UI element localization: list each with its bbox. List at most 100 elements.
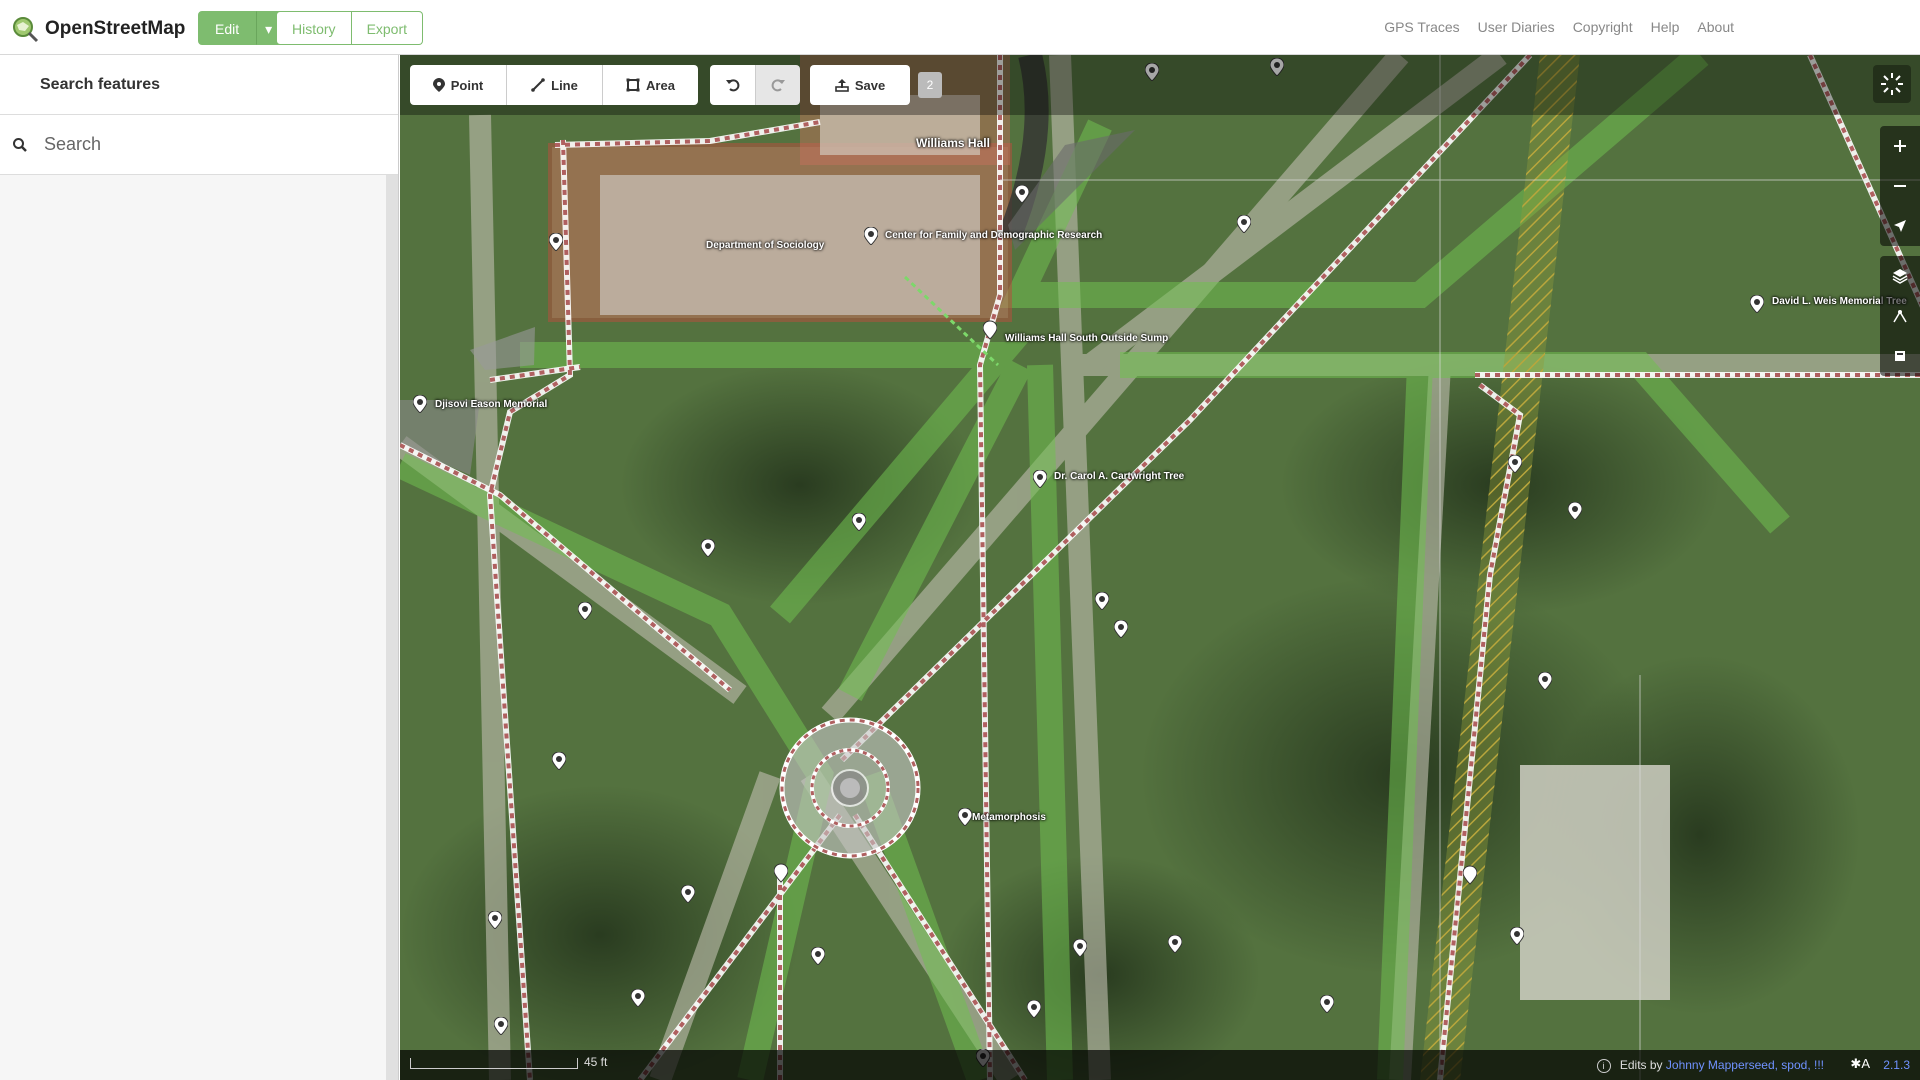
tree-pin-icon[interactable] <box>1168 935 1182 953</box>
zoom-in-button[interactable] <box>1880 126 1920 166</box>
map-label-center-family[interactable]: Center for Family and Demographic Resear… <box>885 230 1102 241</box>
add-point-label: Point <box>450 77 484 93</box>
add-line-label: Line <box>551 77 578 93</box>
attribution-prefix: Edits by <box>1619 1058 1663 1072</box>
scale-label: 45 ft <box>584 1055 608 1069</box>
tree-pin-icon[interactable] <box>1073 939 1087 957</box>
poi-pin-icon[interactable] <box>1463 865 1477 885</box>
tree-pin-icon[interactable] <box>494 1017 508 1035</box>
save-label: Save <box>854 77 886 93</box>
top-bar: OpenStreetMap Edit ▾ History Export GPS … <box>0 0 1920 55</box>
geolocate-button[interactable] <box>1880 206 1920 246</box>
loading-spinner-icon <box>1881 73 1903 95</box>
tree-pin-icon[interactable] <box>631 989 645 1007</box>
plus-icon <box>1894 140 1906 152</box>
tree-pin-icon[interactable] <box>1538 672 1552 690</box>
map-label-sump[interactable]: Williams Hall South Outside Sump <box>1005 333 1168 344</box>
history-export-group: History Export <box>276 11 424 45</box>
poi-pin-icon[interactable] <box>774 863 788 883</box>
nav-about[interactable]: About <box>1697 19 1734 35</box>
map-canvas[interactable]: Williams Hall Department of Sociology Ce… <box>400 55 1920 1080</box>
map-data-icon <box>1893 310 1907 323</box>
save-count-badge: 2 <box>918 72 942 98</box>
line-icon <box>531 78 545 92</box>
tree-pin-icon[interactable] <box>852 513 866 531</box>
tree-pin-icon[interactable] <box>811 947 825 965</box>
tree-pin-icon[interactable] <box>1508 455 1522 473</box>
upload-icon <box>835 79 849 92</box>
sidebar-title: Search features <box>0 55 398 115</box>
bug-icon[interactable]: ✱A <box>1850 1056 1870 1072</box>
map-label-cartwright-tree[interactable]: Dr. Carol A. Cartwright Tree <box>1054 471 1184 482</box>
map-label-williams-hall[interactable]: Williams Hall <box>916 136 990 150</box>
edit-button-group: Edit ▾ <box>198 11 282 45</box>
tree-pin-icon[interactable] <box>1237 215 1251 233</box>
artwork-pin-icon[interactable] <box>958 808 972 826</box>
undo-icon <box>725 79 739 92</box>
location-arrow-icon <box>1894 220 1906 232</box>
map-label-dept-sociology[interactable]: Department of Sociology <box>706 240 824 251</box>
issues-icon <box>1895 351 1905 361</box>
area-icon <box>626 78 640 92</box>
poi-pin-icon[interactable] <box>1015 185 1029 203</box>
add-point-button[interactable]: Point <box>410 65 506 105</box>
add-area-button[interactable]: Area <box>602 65 698 105</box>
brand-name: OpenStreetMap <box>45 18 186 39</box>
issues-button[interactable] <box>1880 336 1920 376</box>
add-area-label: Area <box>646 77 675 93</box>
minus-icon <box>1894 185 1906 187</box>
tree-pin-icon[interactable] <box>488 911 502 929</box>
info-icon[interactable]: i <box>1596 1059 1611 1073</box>
add-line-button[interactable]: Line <box>506 65 602 105</box>
tree-pin-icon[interactable] <box>1027 1000 1041 1018</box>
save-button[interactable]: Save <box>810 65 910 105</box>
version-label[interactable]: 2.1.3 <box>1883 1058 1910 1072</box>
scale-bar[interactable]: 45 ft <box>410 1055 607 1069</box>
attribution: i Edits by Johnny Mapperseed, spod, !!! <box>1596 1058 1824 1073</box>
tree-pin-icon[interactable] <box>1114 620 1128 638</box>
edit-button[interactable]: Edit <box>198 11 257 45</box>
osm-logo[interactable]: OpenStreetMap <box>11 15 185 43</box>
sidebar: Search features <box>0 55 399 1080</box>
tree-pin-icon[interactable] <box>1320 995 1334 1013</box>
header-nav: GPS Traces User Diaries Copyright Help A… <box>1384 19 1734 35</box>
map-label-metamorphosis[interactable]: Metamorphosis <box>972 812 1046 823</box>
search-input[interactable] <box>42 133 366 156</box>
tree-pin-icon[interactable] <box>1033 470 1047 488</box>
tree-pin-icon[interactable] <box>578 602 592 620</box>
poi-pin-icon[interactable] <box>864 227 878 245</box>
tree-pin-icon[interactable] <box>681 885 695 903</box>
map-label-djisovi-memorial[interactable]: Djisovi Eason Memorial <box>435 399 547 410</box>
poi-pin-icon[interactable] <box>549 233 563 251</box>
tree-pin-icon[interactable] <box>1568 502 1582 520</box>
history-button[interactable]: History <box>276 11 352 45</box>
point-icon <box>432 78 445 92</box>
map-footer: 45 ft i Edits by Johnny Mapperseed, spod… <box>400 1050 1920 1080</box>
osm-logo-icon <box>13 17 39 43</box>
tree-pin-icon[interactable] <box>1510 927 1524 945</box>
zoom-out-button[interactable] <box>1880 166 1920 206</box>
redo-button[interactable] <box>755 65 800 105</box>
redo-icon <box>771 79 785 92</box>
tree-pin-icon[interactable] <box>1750 295 1764 313</box>
tree-pin-icon[interactable] <box>701 539 715 557</box>
nav-help[interactable]: Help <box>1651 19 1680 35</box>
sidebar-scrollbar[interactable] <box>386 175 398 1080</box>
poi-pin-icon[interactable] <box>983 320 997 340</box>
nav-user-diaries[interactable]: User Diaries <box>1478 19 1555 35</box>
nav-copyright[interactable]: Copyright <box>1573 19 1633 35</box>
attribution-users-link[interactable]: Johnny Mapperseed, spod, !!! <box>1666 1058 1824 1072</box>
poi-pin-icon[interactable] <box>413 395 427 413</box>
nav-gps-traces[interactable]: GPS Traces <box>1384 19 1459 35</box>
layers-icon <box>1892 269 1908 284</box>
scale-bar-line <box>410 1058 578 1069</box>
tree-pin-icon[interactable] <box>552 752 566 770</box>
map-layers-button[interactable] <box>1880 256 1920 296</box>
search-bar <box>0 115 398 175</box>
map-data-button[interactable] <box>1880 296 1920 336</box>
undo-button[interactable] <box>710 65 755 105</box>
map-imagery <box>400 55 1920 1080</box>
background-imagery-icon[interactable] <box>1873 65 1911 103</box>
export-button[interactable]: Export <box>351 11 424 45</box>
tree-pin-icon[interactable] <box>1095 592 1109 610</box>
